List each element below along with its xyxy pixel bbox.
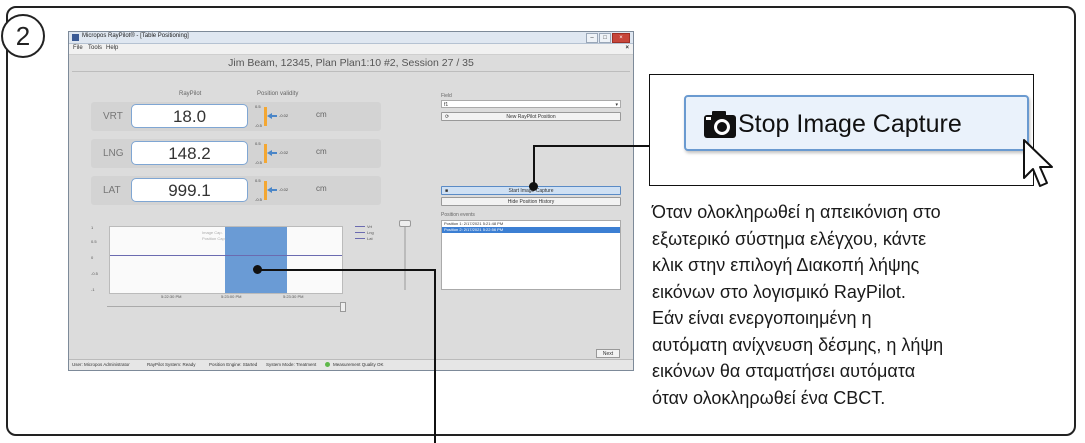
callout-line (533, 145, 650, 147)
title-bar: Micropos RayPilot® - [Table Positioning]… (69, 32, 633, 44)
validity-indicator: 0.5 -0.5 -0.02 (255, 104, 289, 128)
time-slider-handle[interactable] (340, 302, 346, 312)
axis-label: LAT (103, 185, 121, 196)
lng-value: 148.2 (131, 141, 248, 165)
region-label: Image Cap. (202, 230, 223, 235)
y-tick: 0.5 (91, 239, 97, 244)
instruction-text: Όταν ολοκληρωθεί η απεικόνιση στο εξωτερ… (652, 202, 944, 408)
status-system: RayPilot System: Ready (147, 362, 196, 367)
chevron-down-icon: ▾ (615, 102, 618, 108)
stop-capture-label: Stop Image Capture (738, 110, 962, 138)
unit-label: cm (316, 147, 327, 156)
menu-bar: File Tools Help × (69, 44, 633, 55)
y-tick: 0 (91, 255, 94, 260)
legend-lng: Lng (355, 230, 374, 235)
pointer-cursor-icon (1023, 139, 1053, 187)
maximize-button[interactable]: □ (599, 33, 611, 43)
menu-help[interactable]: Help (106, 45, 118, 51)
divider (72, 71, 630, 72)
lat-value: 999.1 (131, 178, 248, 202)
x-tick: 5:22:30 PM (161, 294, 182, 299)
legend-lat: Lat (355, 236, 373, 241)
axis-label: LNG (103, 148, 124, 159)
status-user: User: Micropos Administrator (72, 362, 130, 367)
validity-indicator: 0.5 -0.5 -0.02 (255, 178, 289, 202)
capture-region (225, 227, 287, 293)
x-tick: 5:23:30 PM (283, 294, 304, 299)
validity-header: Position validity (257, 91, 299, 97)
mdi-close-icon[interactable]: × (625, 45, 629, 51)
lng-row: LNG 148.2 0.5 -0.5 -0.02 cm (91, 139, 381, 168)
callout-dot (529, 182, 538, 191)
status-mode: System Mode: Treatment (266, 362, 317, 367)
axis-label: VRT (103, 111, 123, 122)
raypilot-window: Micropos RayPilot® - [Table Positioning]… (68, 31, 634, 371)
camera-icon: ■ (445, 188, 449, 194)
zoom-slider-track (404, 222, 406, 290)
event-item-selected[interactable]: Position 2: 2/17/2021 5:22:56 PM (442, 227, 620, 233)
callout-line (258, 269, 436, 271)
legend-vrt: Vrt (355, 224, 372, 229)
callout-dot (253, 265, 262, 274)
unit-label: cm (316, 184, 327, 193)
camera-icon (704, 111, 736, 138)
patient-info: Jim Beam, 12345, Plan Plan1:10 #2, Sessi… (228, 57, 474, 69)
zoom-slider-handle[interactable] (399, 220, 411, 227)
status-engine: Position Engine: Started (209, 362, 258, 367)
close-button[interactable]: × (612, 33, 630, 43)
ok-icon (325, 362, 330, 368)
lat-row: LAT 999.1 0.5 -0.5 -0.02 cm (91, 176, 381, 205)
events-label: Position events (441, 212, 475, 218)
y-tick: -1 (91, 287, 95, 292)
app-icon (72, 34, 79, 41)
series-line (110, 255, 342, 256)
vrt-value: 18.0 (131, 104, 248, 128)
region-label: Position Cap. (202, 236, 226, 241)
refresh-icon: ⟳ (445, 114, 450, 120)
x-tick: 5:23:00 PM (221, 294, 242, 299)
callout-line (434, 269, 436, 443)
position-graph[interactable]: Image Cap. Position Cap. (109, 226, 343, 294)
y-tick: 1 (91, 225, 94, 230)
stop-image-capture-button[interactable]: Stop Image Capture (684, 95, 1029, 151)
minimize-button[interactable]: – (586, 33, 598, 43)
raypilot-header: RayPilot (179, 91, 202, 97)
time-slider-track (107, 306, 343, 307)
menu-file[interactable]: File (73, 45, 83, 51)
next-button[interactable]: Next (596, 349, 620, 358)
hide-history-button[interactable]: Hide Position History (441, 197, 621, 206)
unit-label: cm (316, 110, 327, 119)
y-tick: -0.5 (91, 271, 98, 276)
menu-tools[interactable]: Tools (88, 45, 102, 51)
field-label: Field (441, 93, 452, 99)
validity-indicator: 0.5 -0.5 -0.02 (255, 141, 289, 165)
status-bar: User: Micropos Administrator RayPilot Sy… (69, 359, 633, 370)
position-events-list[interactable]: Position 1: 2/17/2021 5:21:48 PM Positio… (441, 220, 621, 290)
field-select[interactable]: f1 ▾ (441, 100, 621, 108)
status-quality: Measurement Quality OK (325, 360, 384, 370)
window-title: Micropos RayPilot® - [Table Positioning] (82, 33, 189, 39)
vrt-row: VRT 18.0 0.5 -0.5 -0.02 cm (91, 102, 381, 131)
step-number-badge: 2 (1, 14, 45, 58)
new-position-button[interactable]: ⟳ New RayPilot Position (441, 112, 621, 121)
